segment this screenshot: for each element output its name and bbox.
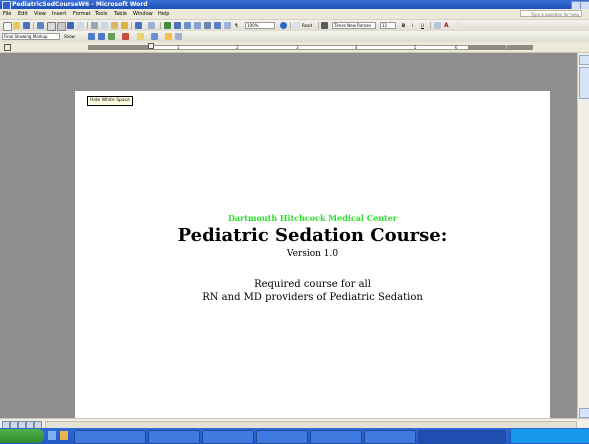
- taskbar-button-active[interactable]: [418, 430, 506, 444]
- toolbar-options-icon[interactable]: [175, 33, 182, 40]
- document-workspace: Dartmouth Hitchcock Medical Center Pedia…: [0, 53, 577, 418]
- start-button[interactable]: [0, 429, 44, 443]
- cut-icon[interactable]: [91, 22, 98, 29]
- scroll-thumb[interactable]: [579, 67, 589, 99]
- menu-help[interactable]: Help: [158, 11, 169, 17]
- menu-insert[interactable]: Insert: [52, 11, 66, 17]
- hyperlink-icon[interactable]: [164, 22, 171, 29]
- align-left-icon[interactable]: [434, 22, 441, 29]
- tables-borders-icon[interactable]: [174, 22, 181, 29]
- redo-icon[interactable]: [148, 22, 155, 29]
- menu-bar: File Edit View Insert Format Tools Table…: [0, 9, 589, 20]
- spelling-icon[interactable]: [67, 22, 74, 29]
- previous-change-icon[interactable]: [88, 33, 95, 40]
- menu-format[interactable]: Format: [73, 11, 91, 17]
- copy-icon[interactable]: [101, 22, 108, 29]
- hide-white-space-tooltip: Hide White Space: [87, 96, 133, 106]
- accept-change-icon[interactable]: [108, 33, 115, 40]
- menu-table[interactable]: Table: [114, 11, 127, 17]
- undo-icon[interactable]: [135, 22, 142, 29]
- reject-change-icon[interactable]: [122, 33, 129, 40]
- indent-marker-icon[interactable]: [148, 43, 154, 49]
- scroll-up-button[interactable]: [579, 55, 589, 65]
- next-change-icon[interactable]: [98, 33, 105, 40]
- open-folder-icon[interactable]: [13, 22, 20, 29]
- show-hide-icon[interactable]: ¶: [235, 22, 238, 29]
- ruler-number: 5: [414, 45, 417, 50]
- organization-name: Dartmouth Hitchcock Medical Center: [227, 213, 398, 223]
- ruler-number: 3: [296, 45, 299, 50]
- title-bar: PediatricSedCourseW6 - Microsoft Word: [0, 0, 589, 10]
- system-tray: [510, 429, 589, 443]
- show-menu-button[interactable]: Show: [64, 33, 75, 40]
- markup-mode-select[interactable]: Final Showing Markup: [2, 33, 60, 40]
- horizontal-ruler[interactable]: 1 2 3 4 5 6 7: [0, 42, 589, 53]
- menu-file[interactable]: File: [3, 11, 11, 17]
- font-name-select[interactable]: Times New Roman: [332, 22, 376, 29]
- ruler-left-margin: [88, 45, 148, 50]
- font-color-icon[interactable]: A: [444, 22, 449, 29]
- menu-window[interactable]: Window: [133, 11, 153, 17]
- ruler-number: 6: [455, 45, 458, 50]
- ruler-number: 7: [505, 45, 508, 50]
- taskbar-button[interactable]: [256, 430, 308, 444]
- document-title: Pediatric Sedation Course:: [177, 225, 448, 246]
- help-icon[interactable]: [280, 22, 287, 29]
- track-changes-icon[interactable]: [151, 33, 158, 40]
- insert-table-icon[interactable]: [184, 22, 191, 29]
- menu-view[interactable]: View: [34, 11, 46, 17]
- read-mode-icon[interactable]: [293, 22, 300, 29]
- insert-excel-icon[interactable]: [194, 22, 201, 29]
- ruler-number: 2: [236, 45, 239, 50]
- vertical-scrollbar[interactable]: [577, 53, 589, 418]
- zoom-select[interactable]: 100%: [245, 22, 275, 29]
- styles-icon[interactable]: [321, 22, 328, 29]
- taskbar-button[interactable]: [202, 430, 254, 444]
- ruler-right-margin: [468, 45, 533, 50]
- menu-edit[interactable]: Edit: [18, 11, 28, 17]
- help-search-input[interactable]: Type a question for help: [520, 10, 582, 17]
- columns-icon[interactable]: [204, 22, 211, 29]
- document-line-2: RN and MD providers of Pediatric Sedatio…: [202, 292, 423, 303]
- bold-button[interactable]: B: [402, 22, 405, 29]
- save-icon[interactable]: [23, 22, 30, 29]
- read-button[interactable]: Read: [302, 22, 312, 29]
- menu-tools[interactable]: Tools: [95, 11, 107, 17]
- taskbar-button[interactable]: [148, 430, 200, 444]
- print-icon[interactable]: [47, 22, 56, 31]
- taskbar-button[interactable]: [310, 430, 362, 444]
- taskbar-button[interactable]: [74, 430, 146, 444]
- format-painter-icon[interactable]: [121, 22, 128, 29]
- quick-launch-icon[interactable]: [60, 431, 68, 440]
- tab-selector-icon[interactable]: [4, 44, 11, 51]
- document-line-1: Required course for all: [254, 279, 371, 290]
- font-size-select[interactable]: 12: [380, 22, 396, 29]
- reviewing-pane-icon[interactable]: [165, 33, 172, 40]
- permission-icon[interactable]: [37, 22, 44, 29]
- underline-button[interactable]: U: [421, 22, 424, 29]
- window-title: PediatricSedCourseW6 - Microsoft Word: [12, 1, 148, 8]
- insert-comment-icon[interactable]: [137, 33, 144, 40]
- print-preview-icon[interactable]: [57, 22, 66, 31]
- ruler-bar: [88, 45, 533, 50]
- taskbar-button[interactable]: [364, 430, 416, 444]
- scroll-down-button[interactable]: [579, 408, 589, 418]
- new-document-icon[interactable]: [3, 22, 12, 31]
- ruler-number: 4: [355, 45, 358, 50]
- document-version: Version 1.0: [286, 249, 339, 259]
- italic-button[interactable]: I: [412, 22, 413, 29]
- ruler-number: 1: [177, 45, 180, 50]
- windows-taskbar: [0, 428, 589, 444]
- quick-launch-icon[interactable]: [48, 431, 56, 440]
- document-map-icon[interactable]: [224, 22, 231, 29]
- drawing-icon[interactable]: [214, 22, 221, 29]
- toolbar-options-icon[interactable]: [454, 22, 461, 29]
- document-page[interactable]: Dartmouth Hitchcock Medical Center Pedia…: [75, 91, 550, 418]
- research-icon[interactable]: [77, 22, 84, 29]
- paste-icon[interactable]: [111, 22, 118, 29]
